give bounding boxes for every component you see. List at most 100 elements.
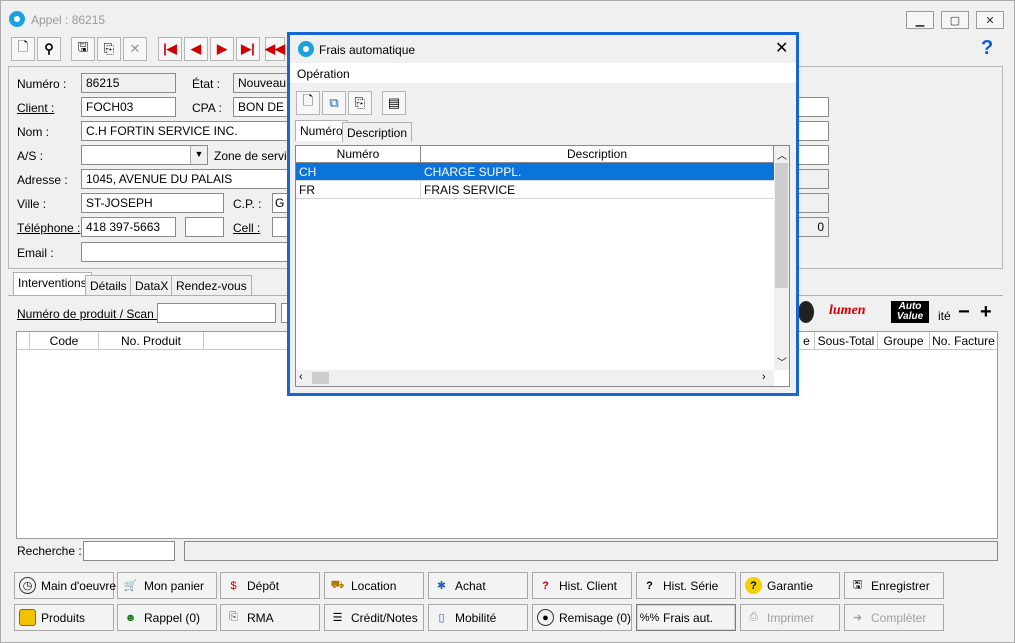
frais-aut-button[interactable]: %% Frais aut.: [636, 604, 736, 631]
zone-label: Zone de servic: [214, 149, 293, 163]
cart-icon: 🛒: [123, 580, 138, 592]
right-field-1[interactable]: [798, 97, 829, 117]
close-button[interactable]: ✕: [976, 11, 1004, 29]
dialog-close-icon[interactable]: ✕: [775, 38, 788, 58]
cell-label[interactable]: Cell :: [233, 221, 260, 235]
hscroll-thumb[interactable]: [312, 372, 329, 384]
cpa-field[interactable]: BON DE T: [233, 97, 289, 117]
client-label[interactable]: Client :: [17, 101, 54, 115]
plus-icon[interactable]: +: [980, 301, 992, 324]
mon-panier-button[interactable]: 🛒 Mon panier: [117, 572, 217, 599]
nom-field[interactable]: C.H FORTIN SERVICE INC.: [81, 121, 289, 141]
tab-datax[interactable]: DataX: [130, 275, 174, 295]
right-field-2[interactable]: [798, 121, 829, 141]
imprimer-button[interactable]: ⎙ Imprimer: [740, 604, 840, 631]
purchase-icon: ✱: [436, 580, 447, 592]
next-icon: ▶: [217, 41, 227, 56]
grid-col-e[interactable]: e: [799, 332, 815, 350]
telephone-label[interactable]: Téléphone :: [17, 221, 80, 235]
dialog-tab-numero[interactable]: Numéro: [295, 120, 348, 141]
delete-button[interactable]: ✕: [123, 37, 147, 61]
ville-field[interactable]: ST-JOSEPH: [81, 193, 224, 213]
grid-col-groupe[interactable]: Groupe: [878, 332, 930, 350]
copy-button[interactable]: ⎘: [97, 37, 121, 61]
menu-operation[interactable]: Opération: [297, 67, 350, 81]
right-field-3[interactable]: [798, 145, 829, 165]
frais-aut-label: Frais aut.: [663, 610, 714, 625]
grid-col-sous-total[interactable]: Sous-Total: [815, 332, 878, 350]
recherche-input[interactable]: [83, 541, 175, 561]
scan-input[interactable]: [157, 303, 276, 323]
completer-button[interactable]: ➜ Compléter: [844, 604, 944, 631]
imprimer-label: Imprimer: [767, 610, 815, 625]
rewind-button[interactable]: ◀◀: [265, 37, 285, 61]
as-select[interactable]: [81, 145, 208, 165]
frais-row[interactable]: CH CHARGE SUPPL.: [296, 163, 774, 181]
complete-icon: ➜: [852, 612, 863, 624]
minus-icon[interactable]: −: [958, 301, 970, 324]
scroll-thumb[interactable]: [775, 163, 788, 288]
grid-col-no-facture[interactable]: No. Facture: [930, 332, 997, 350]
enregistrer-button[interactable]: 🖫 Enregistrer: [844, 572, 944, 599]
telephone-field[interactable]: 418 397-5663: [81, 217, 176, 237]
adresse-field[interactable]: 1045, AVENUE DU PALAIS: [81, 169, 289, 189]
rma-button[interactable]: ⎘ RMA: [220, 604, 320, 631]
scroll-up-icon[interactable]: ︿: [777, 147, 787, 162]
produits-button[interactable]: Produits: [14, 604, 114, 631]
last-record-button[interactable]: ▶|: [236, 37, 260, 61]
grid-col-code[interactable]: Code: [30, 332, 99, 350]
tab-details[interactable]: Détails: [85, 275, 132, 295]
dialog-new-button[interactable]: 🗋: [296, 91, 320, 115]
rma-icon: ⎘: [229, 611, 238, 623]
first-record-button[interactable]: |◀: [158, 37, 182, 61]
etat-label: État :: [192, 77, 221, 91]
search-button[interactable]: ⚲: [37, 37, 61, 61]
hist-serie-button[interactable]: ? Hist. Série: [636, 572, 736, 599]
dialog-copy-button[interactable]: ⎘: [348, 91, 372, 115]
prev-record-button[interactable]: ◀: [184, 37, 208, 61]
produits-label: Produits: [41, 610, 86, 625]
credit-notes-button[interactable]: ☰ Crédit/Notes: [324, 604, 424, 631]
depot-button[interactable]: $ Dépôt: [220, 572, 320, 599]
app-logo-icon: [9, 11, 25, 27]
tab-rendez-vous[interactable]: Rendez-vous: [171, 275, 252, 295]
maximize-button[interactable]: ▢: [941, 11, 969, 29]
hist-client-button[interactable]: ? Hist. Client: [532, 572, 632, 599]
email-field[interactable]: [81, 242, 289, 262]
scroll-left-icon[interactable]: ‹: [299, 371, 303, 383]
frais-row[interactable]: FR FRAIS SERVICE: [296, 181, 774, 199]
new-button[interactable]: 🗋: [11, 37, 35, 61]
dialog-tab-description[interactable]: Description: [342, 122, 413, 142]
mobilite-button[interactable]: ▯ Mobilité: [428, 604, 528, 631]
vertical-scrollbar[interactable]: ︿ ﹀: [774, 146, 789, 370]
frais-col-numero[interactable]: Numéro: [296, 146, 421, 163]
horizontal-scrollbar[interactable]: ‹ ›: [296, 370, 774, 386]
scroll-down-icon[interactable]: ﹀: [777, 354, 787, 369]
copy-icon: ⎘: [103, 41, 115, 56]
garantie-label: Garantie: [767, 578, 814, 593]
frais-col-description[interactable]: Description: [421, 146, 774, 163]
garantie-button[interactable]: ? Garantie: [740, 572, 840, 599]
tire-logo-icon: [798, 301, 814, 323]
frais-grid[interactable]: Numéro Description CH CHARGE SUPPL. FR F…: [295, 145, 790, 387]
dialog-open-button[interactable]: ⧉: [322, 91, 346, 115]
grid-col-no-produit[interactable]: No. Produit: [99, 332, 204, 350]
client-field[interactable]: FOCH03: [81, 97, 176, 117]
help-icon[interactable]: ?: [981, 37, 993, 60]
grid-row-header: [17, 332, 30, 350]
etat-field[interactable]: Nouveau: [233, 73, 289, 93]
telephone-ext-field[interactable]: [185, 217, 224, 237]
minimize-button[interactable]: ▁: [906, 11, 934, 29]
main-oeuvre-button[interactable]: ◷ Main d'oeuvre: [14, 572, 116, 599]
tab-interventions[interactable]: Interventions: [13, 272, 92, 295]
rappel-button[interactable]: ☻ Rappel (0): [117, 604, 217, 631]
achat-button[interactable]: ✱ Achat: [428, 572, 528, 599]
dialog-properties-button[interactable]: ▤: [382, 91, 406, 115]
remisage-button[interactable]: ● Remisage (0): [532, 604, 632, 631]
scroll-right-icon[interactable]: ›: [762, 371, 766, 383]
next-record-button[interactable]: ▶: [210, 37, 234, 61]
location-button[interactable]: ⛟ Location: [324, 572, 424, 599]
save-button[interactable]: 🖫: [71, 37, 95, 61]
status-bar: [184, 541, 998, 561]
chevron-down-icon[interactable]: ▼: [190, 146, 207, 164]
